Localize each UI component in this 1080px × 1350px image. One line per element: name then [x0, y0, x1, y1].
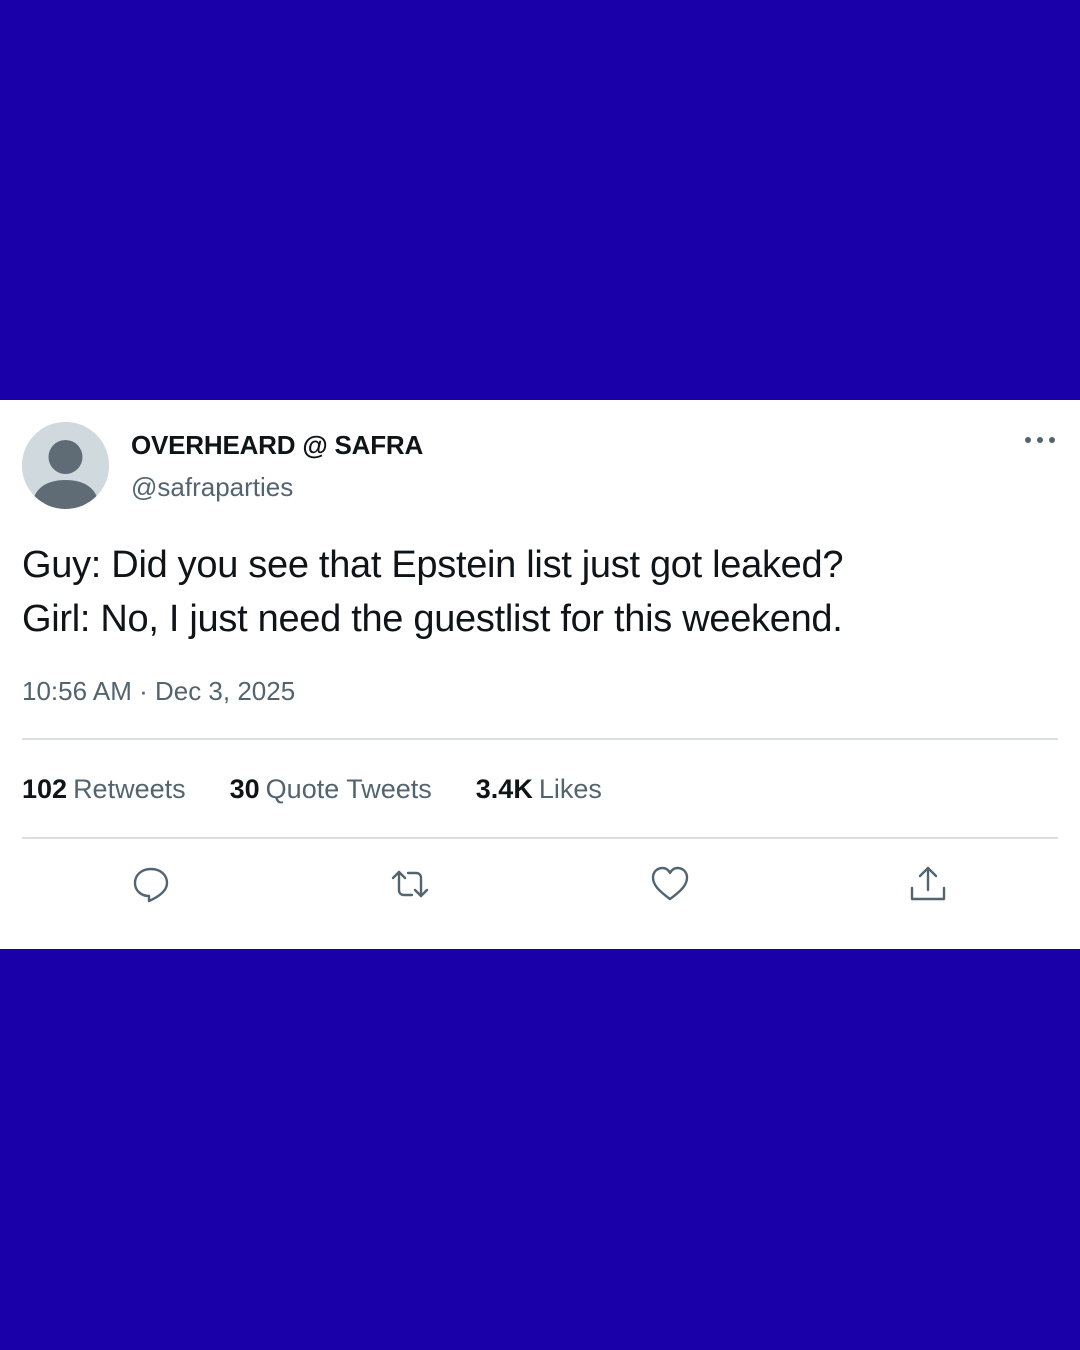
default-avatar-icon[interactable]	[22, 422, 109, 509]
reply-icon[interactable]	[131, 864, 171, 904]
quote-tweets-count: 30	[229, 774, 260, 804]
tweet-stats: 102 Retweets 30 Quote Tweets 3.4K Likes	[22, 774, 646, 805]
user-handle[interactable]: @safraparties	[131, 472, 293, 503]
likes-label: Likes	[538, 774, 602, 804]
tweet-text-line: Girl: No, I just need the guestlist for …	[22, 598, 843, 640]
heart-icon[interactable]	[650, 864, 690, 904]
retweet-icon[interactable]	[390, 864, 430, 904]
retweets-stat[interactable]: 102 Retweets	[22, 774, 186, 805]
divider	[22, 738, 1058, 740]
likes-stat[interactable]: 3.4K Likes	[476, 774, 602, 805]
retweets-count: 102	[22, 774, 68, 804]
display-name[interactable]: OVERHEARD @ SAFRA	[131, 430, 423, 461]
quote-tweets-stat[interactable]: 30 Quote Tweets	[230, 774, 432, 805]
quote-tweets-label: Quote Tweets	[265, 774, 432, 804]
divider	[22, 837, 1058, 839]
retweets-label: Retweets	[73, 774, 186, 804]
tweet-text: Guy: Did you see that Epstein list just …	[22, 538, 1058, 646]
tweet-timestamp[interactable]: 10:56 AM · Dec 3, 2025	[22, 676, 295, 707]
tweet-text-line: Guy: Did you see that Epstein list just …	[22, 544, 844, 586]
share-icon[interactable]	[908, 864, 948, 904]
likes-count: 3.4K	[475, 774, 533, 804]
more-options-icon[interactable]	[1020, 426, 1060, 454]
tweet-card: OVERHEARD @ SAFRA @safraparties Guy: Did…	[0, 400, 1080, 949]
